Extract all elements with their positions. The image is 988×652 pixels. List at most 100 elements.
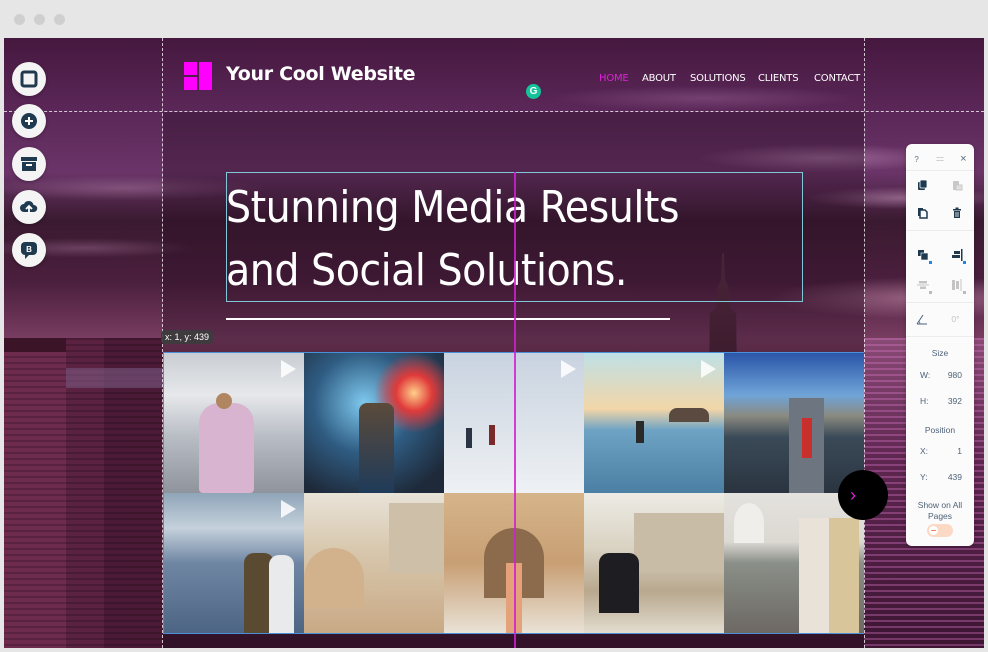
tile-figure: [489, 425, 495, 445]
panel-divider: [906, 336, 974, 337]
nav-contact[interactable]: CONTACT: [814, 73, 860, 84]
add-element-button[interactable]: [12, 104, 46, 138]
grammarly-icon[interactable]: G: [526, 84, 541, 99]
delete-button[interactable]: [950, 206, 964, 220]
close-window-button[interactable]: [14, 14, 25, 25]
width-label: W:: [920, 370, 931, 380]
arrange-button[interactable]: [916, 248, 932, 264]
align-icon: [952, 249, 963, 261]
y-field[interactable]: Y: 439: [920, 472, 962, 482]
size-label: Size: [931, 348, 949, 358]
tile-dome: [304, 548, 364, 608]
tile-building: [634, 513, 724, 573]
nav-home[interactable]: HOME: [599, 73, 629, 84]
gallery-tile[interactable]: [304, 353, 444, 493]
site-logo[interactable]: [184, 62, 212, 90]
paste-button[interactable]: [950, 178, 964, 192]
duplicate-button[interactable]: [916, 206, 930, 220]
x-label: X:: [920, 446, 929, 456]
headline-divider: [226, 318, 670, 320]
tile-figure: [636, 421, 644, 443]
header-guide: [4, 111, 984, 112]
dropdown-indicator: [929, 291, 932, 294]
svg-text:B: B: [26, 245, 32, 254]
gallery-tile[interactable]: [724, 353, 864, 493]
y-value[interactable]: 439: [948, 472, 962, 482]
angle-icon: [916, 314, 927, 325]
title-bar: [0, 0, 988, 38]
gallery-tile[interactable]: [724, 493, 864, 633]
panel-divider: [906, 230, 974, 231]
tile-taj-mahal: [734, 503, 764, 543]
blog-button[interactable]: B: [12, 233, 46, 267]
match-size-button[interactable]: [950, 278, 966, 294]
editor-canvas[interactable]: Your Cool Website HOME ABOUT SOLUTIONS C…: [4, 38, 984, 648]
upload-icon: [20, 200, 38, 213]
coordinate-tooltip: x: 1, y: 439: [161, 330, 214, 344]
pages-button[interactable]: [12, 62, 46, 96]
river: [66, 368, 163, 388]
store-button[interactable]: [12, 147, 46, 181]
properties-panel: ? :::: × 0° Size W: 980 H: 392 Position …: [906, 144, 974, 546]
tile-rock: [669, 408, 709, 422]
rotate-button[interactable]: [915, 312, 929, 326]
show-on-all-pages-label: Show on All Pages: [917, 500, 963, 521]
rotation-value[interactable]: 0°: [946, 312, 966, 326]
pages-icon: [20, 70, 38, 88]
x-value[interactable]: 1: [957, 446, 962, 456]
x-field[interactable]: X: 1: [920, 446, 962, 456]
gallery-tile[interactable]: [304, 493, 444, 633]
help-icon[interactable]: ?: [910, 152, 924, 166]
gallery-next-button[interactable]: ›: [838, 470, 888, 520]
site-title[interactable]: Your Cool Website: [226, 63, 416, 85]
panel-divider: [906, 302, 974, 303]
tile-figure: [799, 518, 859, 633]
distribute-icon: [917, 281, 929, 289]
trash-icon: [953, 207, 961, 218]
tower-top: [4, 338, 66, 352]
height-value[interactable]: 392: [948, 396, 962, 406]
tile-figure-head: [216, 393, 232, 409]
play-icon: [561, 360, 576, 378]
play-icon: [281, 360, 296, 378]
width-field[interactable]: W: 980: [920, 370, 962, 380]
gallery-tile[interactable]: [164, 353, 304, 493]
show-on-all-pages-toggle[interactable]: [927, 524, 953, 537]
match-size-icon: [952, 279, 962, 291]
nav-clients[interactable]: CLIENTS: [758, 73, 799, 84]
tile-figure-scarf: [802, 418, 812, 458]
store-icon: [21, 157, 37, 171]
gallery-tile[interactable]: [584, 353, 724, 493]
tile-figure: [466, 428, 472, 448]
minimize-window-button[interactable]: [34, 14, 45, 25]
width-value[interactable]: 980: [948, 370, 962, 380]
browser-window: Your Cool Website HOME ABOUT SOLUTIONS C…: [0, 0, 988, 652]
dropdown-indicator: [963, 291, 966, 294]
nav-about[interactable]: ABOUT: [642, 73, 676, 84]
copy-icon: [918, 179, 928, 190]
distribute-button[interactable]: [916, 278, 932, 294]
dropdown-indicator: [929, 261, 932, 264]
center-guide: [514, 172, 516, 648]
gallery-tile[interactable]: [164, 493, 304, 633]
duplicate-icon: [918, 208, 928, 219]
headline[interactable]: Stunning Media Results and Social Soluti…: [226, 176, 806, 302]
align-button[interactable]: [950, 248, 966, 264]
tile-figure: [599, 553, 639, 613]
maximize-window-button[interactable]: [54, 14, 65, 25]
nav-solutions[interactable]: SOLUTIONS: [690, 73, 746, 84]
close-icon[interactable]: ×: [956, 152, 970, 166]
headline-line-2: and Social Solutions.: [226, 245, 627, 296]
play-icon: [281, 500, 296, 518]
drag-handle-icon[interactable]: ::::: [931, 152, 949, 166]
tile-figure: [199, 403, 254, 493]
height-field[interactable]: H: 392: [920, 396, 962, 406]
copy-button[interactable]: [916, 178, 930, 192]
paste-icon: [953, 181, 963, 191]
tile-figure: [359, 403, 394, 493]
gallery-tile[interactable]: [584, 493, 724, 633]
tile-building: [389, 503, 444, 573]
upload-button[interactable]: [12, 190, 46, 224]
play-icon: [701, 360, 716, 378]
headline-line-1: Stunning Media Results: [226, 182, 679, 233]
